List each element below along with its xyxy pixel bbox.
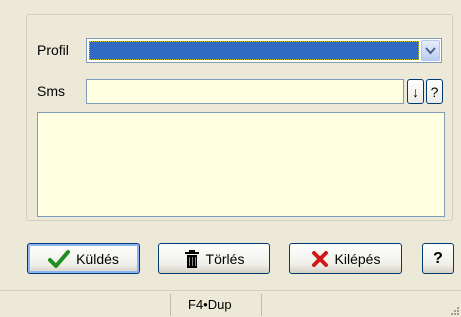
sms-input[interactable] xyxy=(86,79,404,104)
close-x-icon xyxy=(311,250,328,267)
resize-grip-icon[interactable] xyxy=(449,305,459,315)
sms-label: Sms xyxy=(37,83,65,99)
status-text: F4•Dup xyxy=(188,297,232,312)
profil-select[interactable] xyxy=(86,38,442,63)
arrow-down-icon: ↓ xyxy=(412,83,419,100)
sms-down-button[interactable]: ↓ xyxy=(407,79,424,104)
profil-dropdown-button[interactable] xyxy=(421,40,440,61)
sms-help-button[interactable]: ? xyxy=(426,79,443,104)
exit-button[interactable]: Kilépés xyxy=(289,243,402,274)
profil-selected-value xyxy=(89,41,419,60)
status-bar: F4•Dup xyxy=(0,290,461,317)
trash-icon xyxy=(184,249,199,268)
exit-button-label: Kilépés xyxy=(334,250,381,267)
delete-button-label: Törlés xyxy=(205,250,245,267)
send-button[interactable]: Küldés xyxy=(27,243,140,274)
profil-label: Profil xyxy=(37,42,69,58)
help-button[interactable]: ? xyxy=(422,243,454,274)
send-button-label: Küldés xyxy=(76,250,119,267)
question-icon: ? xyxy=(430,83,439,100)
help-icon: ? xyxy=(433,249,443,267)
delete-button[interactable]: Törlés xyxy=(158,243,270,274)
checkmark-icon xyxy=(48,249,71,268)
chevron-down-icon xyxy=(425,46,436,54)
message-textarea[interactable] xyxy=(37,112,445,217)
